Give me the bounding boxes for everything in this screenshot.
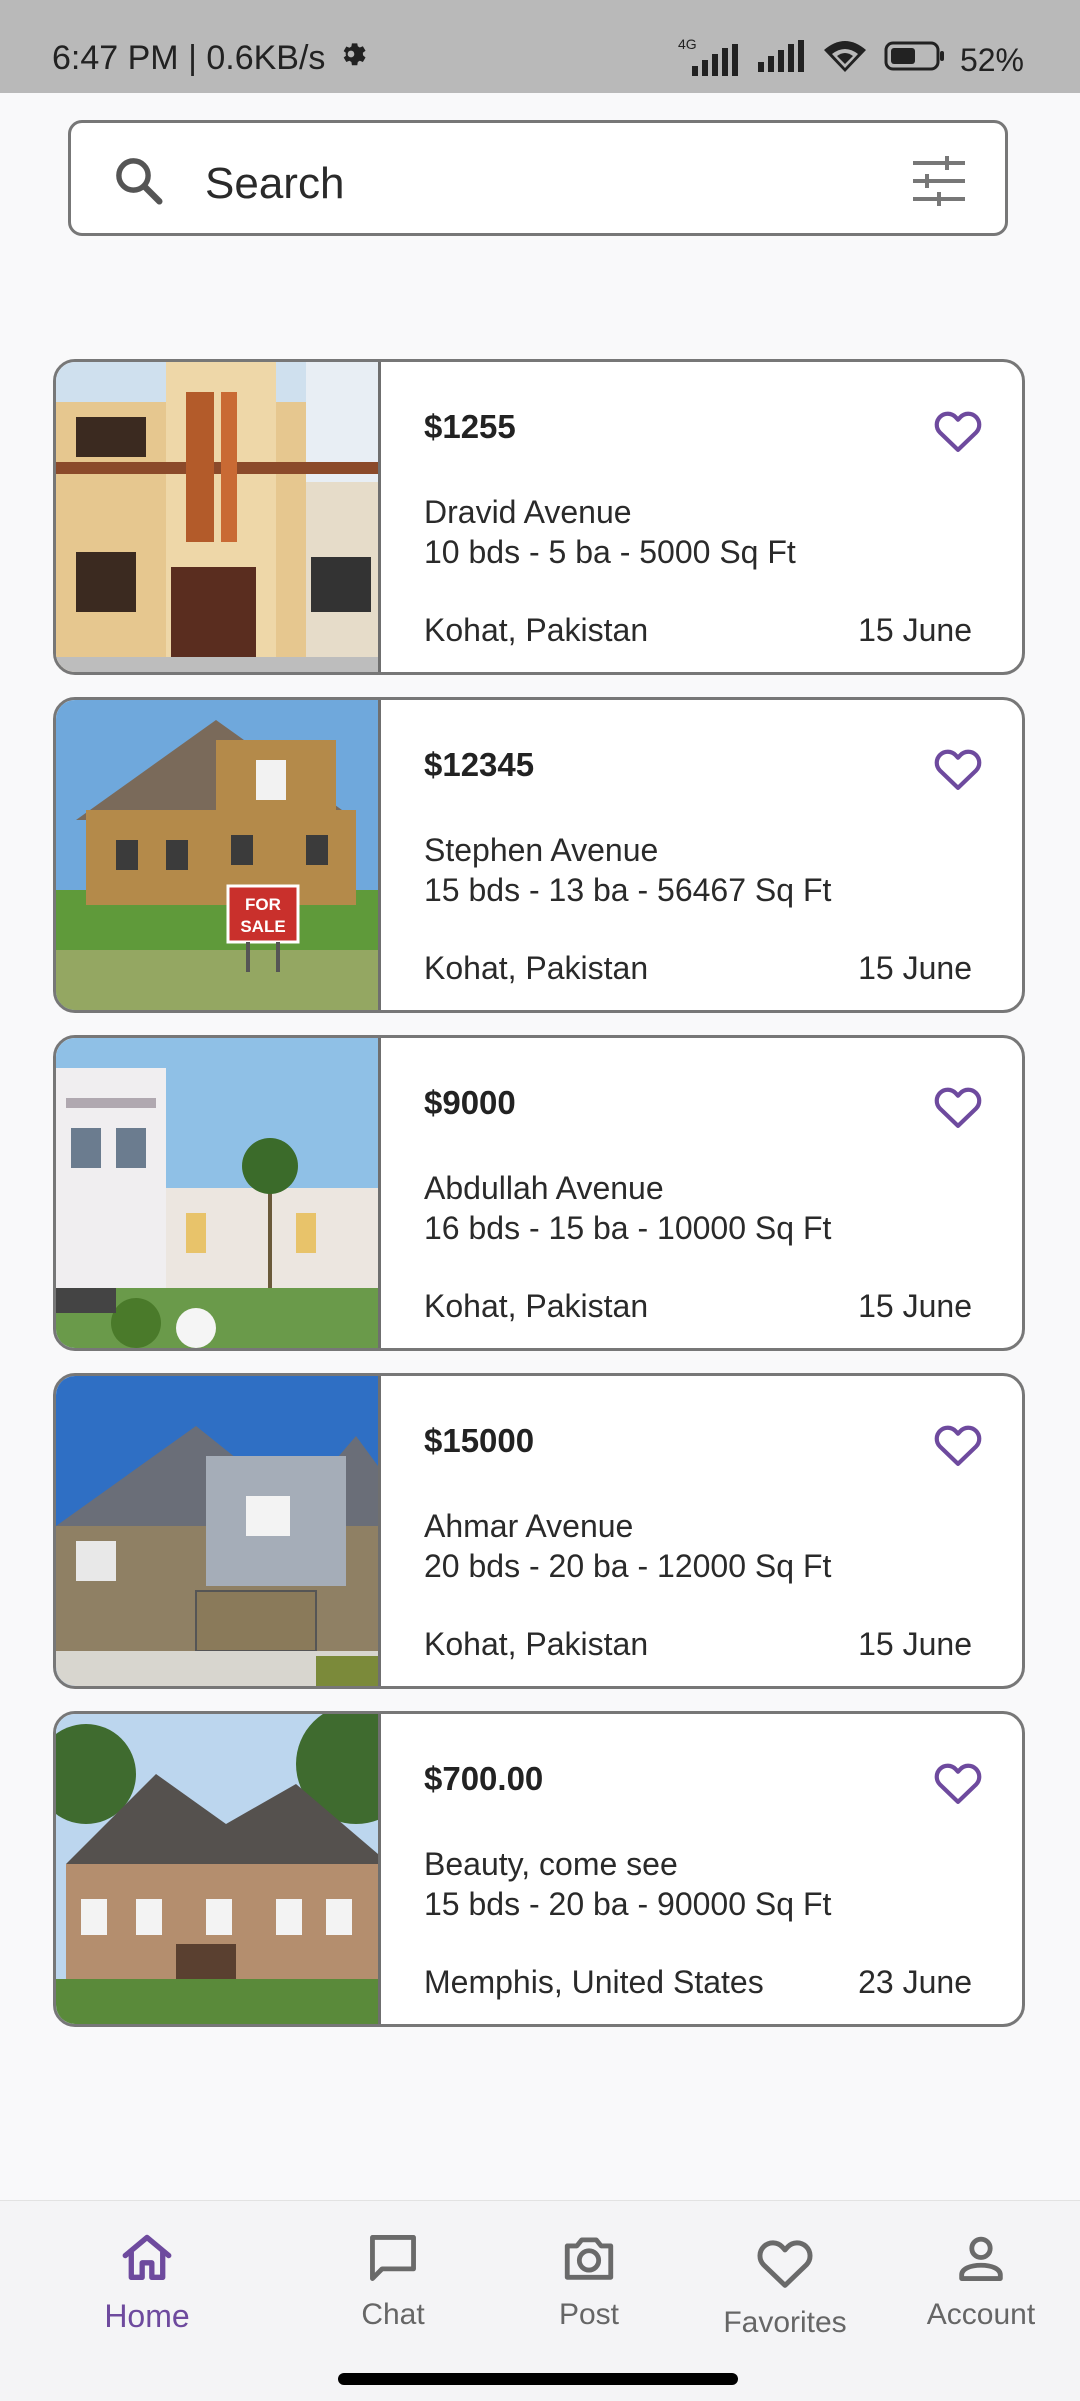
search-bar[interactable]: Search <box>68 120 1008 236</box>
status-time: 6:47 PM | 0.6KB/s <box>52 39 326 77</box>
nav-account-label: Account <box>926 2298 1036 2331</box>
nav-favorites[interactable]: Favorites <box>700 2229 870 2340</box>
listing-card[interactable]: $9000 Abdullah Avenue 16 bds - 15 ba - 1… <box>53 1035 1025 1351</box>
nav-favorites-label: Favorites <box>723 2306 847 2339</box>
chat-icon <box>364 2235 422 2291</box>
favorite-heart-icon[interactable] <box>930 1078 986 1134</box>
favorite-heart-icon[interactable] <box>930 1754 986 1810</box>
listing-price: $12345 <box>424 746 535 783</box>
status-left: 6:47 PM | 0.6KB/s <box>52 38 367 79</box>
listing-date: 15 June <box>858 1288 972 1324</box>
listing-card[interactable]: $1255 Dravid Avenue 10 bds - 5 ba - 5000… <box>53 359 1025 675</box>
network-type-label: 4G <box>677 36 697 52</box>
status-right: 4G 52% <box>678 36 1024 82</box>
wifi-icon <box>820 38 870 82</box>
listing-street: Ahmar Avenue <box>424 1508 634 1544</box>
listing-card[interactable]: $700.00 Beauty, come see 15 bds - 20 ba … <box>53 1711 1025 2027</box>
listing-photo <box>56 362 381 672</box>
settings-gear-icon <box>335 38 367 79</box>
signal-4g-icon: 4G <box>678 36 742 78</box>
listing-location: Memphis, United States <box>424 1964 764 2000</box>
listing-street: Stephen Avenue <box>424 832 659 868</box>
listing-street: Abdullah Avenue <box>424 1170 664 1206</box>
listing-specs: 15 bds - 13 ba - 56467 Sq Ft <box>424 872 832 908</box>
listing-date: 15 June <box>858 950 972 986</box>
listing-card[interactable]: $15000 Ahmar Avenue 20 bds - 20 ba - 120… <box>53 1373 1025 1689</box>
listing-location: Kohat, Pakistan <box>424 950 649 986</box>
battery-icon <box>884 40 946 80</box>
heart-icon <box>752 2240 818 2299</box>
listing-date: 15 June <box>858 1626 972 1662</box>
nav-chat-label: Chat <box>361 2298 425 2331</box>
bottom-navigation: Home Chat Post Favorites Account <box>0 2200 1080 2401</box>
favorite-heart-icon[interactable] <box>930 402 986 458</box>
listing-price: $9000 <box>424 1084 516 1121</box>
listing-photo <box>56 1714 416 2024</box>
listing-photo <box>56 1038 381 1348</box>
nav-chat[interactable]: Chat <box>308 2229 478 2332</box>
listing-specs: 20 bds - 20 ba - 12000 Sq Ft <box>424 1548 832 1584</box>
listing-location: Kohat, Pakistan <box>424 1626 649 1662</box>
listing-price: $700.00 <box>424 1760 544 1797</box>
signal-icon <box>756 38 806 82</box>
listing-location: Kohat, Pakistan <box>424 612 649 648</box>
nav-home[interactable]: Home <box>62 2229 232 2335</box>
nav-post-label: Post <box>558 2298 620 2331</box>
listing-specs: 15 bds - 20 ba - 90000 Sq Ft <box>424 1886 832 1922</box>
favorite-heart-icon[interactable] <box>930 740 986 796</box>
listing-date: 15 June <box>858 612 972 648</box>
listing-street: Beauty, come see <box>424 1846 678 1882</box>
listing-date: 23 June <box>858 1964 972 2000</box>
listing-price: $15000 <box>424 1422 535 1459</box>
nav-account[interactable]: Account <box>896 2229 1066 2332</box>
home-gesture-bar[interactable] <box>338 2373 738 2385</box>
camera-icon <box>560 2237 618 2291</box>
search-input[interactable]: Search <box>205 159 344 209</box>
home-icon <box>118 2234 176 2291</box>
search-icon <box>111 153 165 212</box>
person-icon <box>952 2236 1010 2291</box>
for-sale-sign: SALE <box>240 917 285 936</box>
filter-tune-icon[interactable] <box>911 155 967 212</box>
status-bar: 6:47 PM | 0.6KB/s 4G 52% <box>0 0 1080 93</box>
listing-photo: FOR SALE <box>56 700 381 1010</box>
nav-post[interactable]: Post <box>504 2229 674 2332</box>
favorite-heart-icon[interactable] <box>930 1416 986 1472</box>
listing-location: Kohat, Pakistan <box>424 1288 649 1324</box>
listing-street: Dravid Avenue <box>424 494 632 530</box>
for-sale-sign: FOR <box>245 895 281 914</box>
listing-specs: 16 bds - 15 ba - 10000 Sq Ft <box>424 1210 832 1246</box>
listing-photo <box>56 1376 381 1686</box>
battery-level: 52% <box>959 41 1024 78</box>
listing-card[interactable]: FOR SALE $12345 Stephen Avenue 15 bds - … <box>53 697 1025 1013</box>
listing-price: $1255 <box>424 408 516 445</box>
listing-specs: 10 bds - 5 ba - 5000 Sq Ft <box>424 534 796 570</box>
nav-home-label: Home <box>104 2298 190 2334</box>
